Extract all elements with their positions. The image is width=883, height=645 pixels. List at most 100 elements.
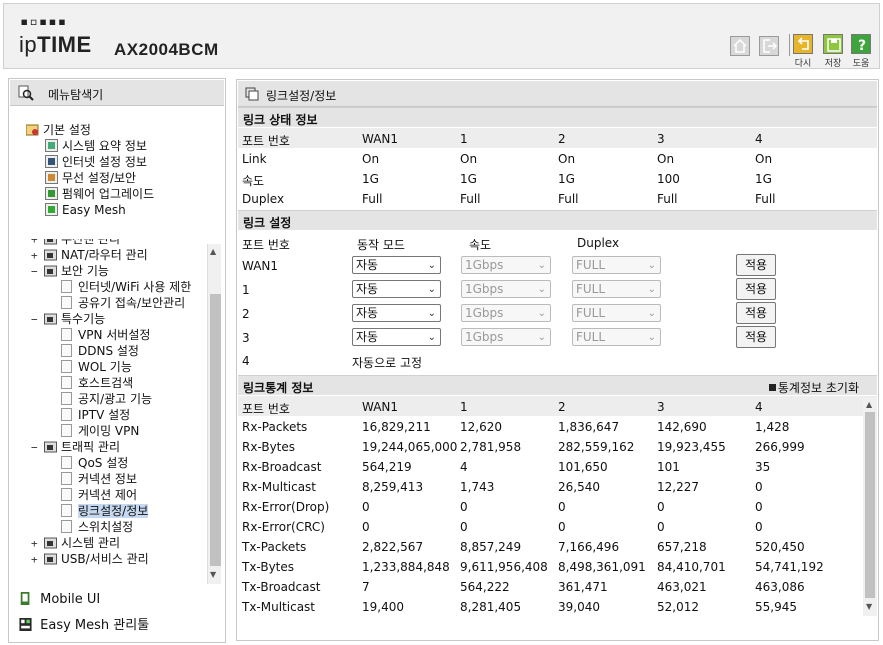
table-row-cell: 657,218	[657, 540, 707, 554]
tree-item-adv-5[interactable]: − 특수기능	[31, 311, 105, 327]
page-title: 링크설정/정보	[266, 89, 337, 103]
tree-item-basic-2[interactable]: 무선 설정/보안	[45, 170, 136, 186]
stats-scroll-thumb[interactable]	[865, 412, 875, 598]
help-button[interactable]: ? 도움	[845, 34, 877, 69]
chevron-down-icon: ⌄	[537, 308, 546, 319]
tree-item-adv-4[interactable]: 공유기 접속/보안관리	[61, 295, 185, 311]
table-row-cell: 84,410,701	[657, 560, 726, 574]
tree-item-adv-14[interactable]: QoS 설정	[61, 455, 128, 471]
column-header: 속도	[469, 238, 492, 252]
table-row-cell: 19,923,455	[657, 440, 726, 454]
menu-explorer: 메뉴탐색기 기본 설정 시스템 요약 정보 인터넷 설정 정보 무선 설정/보안 펌웨어…	[8, 78, 226, 643]
tree-item-basic-settings[interactable]: 기본 설정	[26, 122, 91, 138]
table-row-cell: Rx-Error(Drop)	[242, 500, 330, 514]
tree-item-basic-3[interactable]: 펌웨어 업그레이드	[45, 186, 154, 202]
page-icon	[61, 408, 72, 421]
table-row-cell: 9,611,956,408	[460, 560, 548, 574]
duplex-select[interactable]: FULL ⌄	[572, 256, 661, 274]
table-row-cell: Rx-Bytes	[242, 440, 296, 454]
expand-toggle-icon[interactable]: +	[31, 552, 40, 568]
tree-item-adv-8[interactable]: WOL 기능	[61, 359, 132, 375]
mobile-ui-link[interactable]: Mobile UI	[19, 592, 100, 608]
link-config-section: 링크 설정	[238, 210, 877, 230]
table-row-cell: Tx-Packets	[242, 540, 307, 554]
tree-item-adv-12[interactable]: 게이밍 VPN	[61, 423, 139, 439]
apply-button[interactable]: 적용	[736, 278, 776, 300]
table-row-cell: 12,620	[460, 420, 502, 434]
mode-select[interactable]: 자동 ⌄	[352, 304, 441, 322]
folder-icon	[44, 313, 57, 325]
expand-toggle-icon[interactable]: −	[31, 264, 40, 280]
tree-item-basic-4[interactable]: Easy Mesh	[45, 202, 126, 218]
speed-select[interactable]: 1Gbps ⌄	[461, 256, 551, 274]
tree-item-adv-9[interactable]: 호스트검색	[61, 375, 133, 391]
reset-icon	[768, 384, 776, 391]
folder-icon	[26, 124, 39, 136]
reset-stats-button[interactable]: 통계정보 초기화	[768, 379, 859, 396]
speed-select[interactable]: 1Gbps ⌄	[461, 328, 551, 346]
logout-icon[interactable]	[759, 36, 779, 56]
table-row-cell: 463,086	[755, 580, 805, 594]
mode-select[interactable]: 자동 ⌄	[352, 280, 441, 298]
mode-select[interactable]: 자동 ⌄	[352, 328, 441, 346]
table-row-cell: 1G	[558, 172, 575, 186]
table-row-cell: Rx-Error(CRC)	[242, 520, 325, 534]
speed-select[interactable]: 1Gbps ⌄	[461, 280, 551, 298]
tree-item-adv-16[interactable]: 커넥션 제어	[61, 487, 137, 503]
expand-toggle-icon[interactable]: −	[31, 440, 40, 456]
expand-toggle-icon[interactable]: +	[31, 248, 40, 264]
menu-scrollbar[interactable]: ▲ ▼	[207, 244, 221, 584]
table-row-cell: Link	[242, 152, 267, 166]
expand-toggle-icon[interactable]: +	[31, 536, 40, 552]
table-row-cell: Full	[558, 192, 579, 206]
tree-item-adv-3[interactable]: 인터넷/WiFi 사용 제한	[61, 279, 191, 295]
easy-mesh-tool-link[interactable]: Easy Mesh 관리툴	[19, 618, 149, 634]
chevron-down-icon: ⌄	[537, 332, 546, 343]
table-row-cell: 0	[460, 520, 468, 534]
chevron-down-icon: ⌄	[647, 308, 656, 319]
duplex-select[interactable]: FULL ⌄	[572, 304, 661, 322]
speed-select[interactable]: 1Gbps ⌄	[461, 304, 551, 322]
tree-item-adv-0[interactable]: + 무선랜 관리	[31, 239, 120, 247]
tree-item-adv-18[interactable]: 스위치설정	[61, 519, 133, 535]
table-row-cell: Full	[460, 192, 481, 206]
tree-item-adv-10[interactable]: 공지/광고 기능	[61, 391, 152, 407]
undo-button[interactable]: 다시	[787, 34, 819, 69]
table-row-cell: 39,040	[558, 600, 600, 614]
table-row-cell: 4	[460, 460, 468, 474]
tree-item-basic-0[interactable]: 시스템 요약 정보	[45, 138, 147, 154]
tree-item-adv-7[interactable]: DDNS 설정	[61, 343, 139, 359]
apply-button[interactable]: 적용	[736, 254, 776, 276]
tree-item-basic-1[interactable]: 인터넷 설정 정보	[45, 154, 147, 170]
page-icon	[61, 456, 72, 469]
duplex-select[interactable]: FULL ⌄	[572, 280, 661, 298]
tree-item-adv-1[interactable]: + NAT/라우터 관리	[31, 247, 148, 263]
column-header: 포트 번호	[242, 402, 290, 416]
tree-item-adv-20[interactable]: + USB/서비스 관리	[31, 551, 149, 567]
tree-item-adv-17[interactable]: 링크설정/정보	[61, 503, 149, 519]
table-row-cell: 1G	[755, 172, 772, 186]
stats-scrollbar[interactable]: ▲ ▼	[863, 398, 877, 616]
apply-button[interactable]: 적용	[736, 302, 776, 324]
svg-text:?: ?	[858, 38, 866, 54]
help-icon: ?	[851, 34, 871, 54]
table-row-cell: 361,471	[558, 580, 608, 594]
table-row-cell: 52,012	[657, 600, 699, 614]
column-header: 3	[657, 400, 665, 414]
table-row-cell: 2,822,567	[362, 540, 424, 554]
tree-item-adv-11[interactable]: IPTV 설정	[61, 407, 130, 423]
mode-select[interactable]: 자동 ⌄	[352, 256, 441, 274]
table-row-cell: 8,857,249	[460, 540, 522, 554]
duplex-select[interactable]: FULL ⌄	[572, 328, 661, 346]
page-icon	[61, 344, 72, 357]
folder-icon	[44, 265, 57, 277]
tree-item-adv-15[interactable]: 커넥션 정보	[61, 471, 137, 487]
home-icon[interactable]	[730, 36, 750, 56]
expand-toggle-icon[interactable]: −	[31, 312, 40, 328]
tree-item-adv-2[interactable]: − 보안 기능	[31, 263, 109, 279]
apply-button[interactable]: 적용	[736, 326, 776, 348]
menu-scroll-thumb[interactable]	[210, 294, 221, 566]
tree-item-adv-13[interactable]: − 트래픽 관리	[31, 439, 120, 455]
tree-item-adv-6[interactable]: VPN 서버설정	[61, 327, 150, 343]
tree-item-adv-19[interactable]: + 시스템 관리	[31, 535, 120, 551]
